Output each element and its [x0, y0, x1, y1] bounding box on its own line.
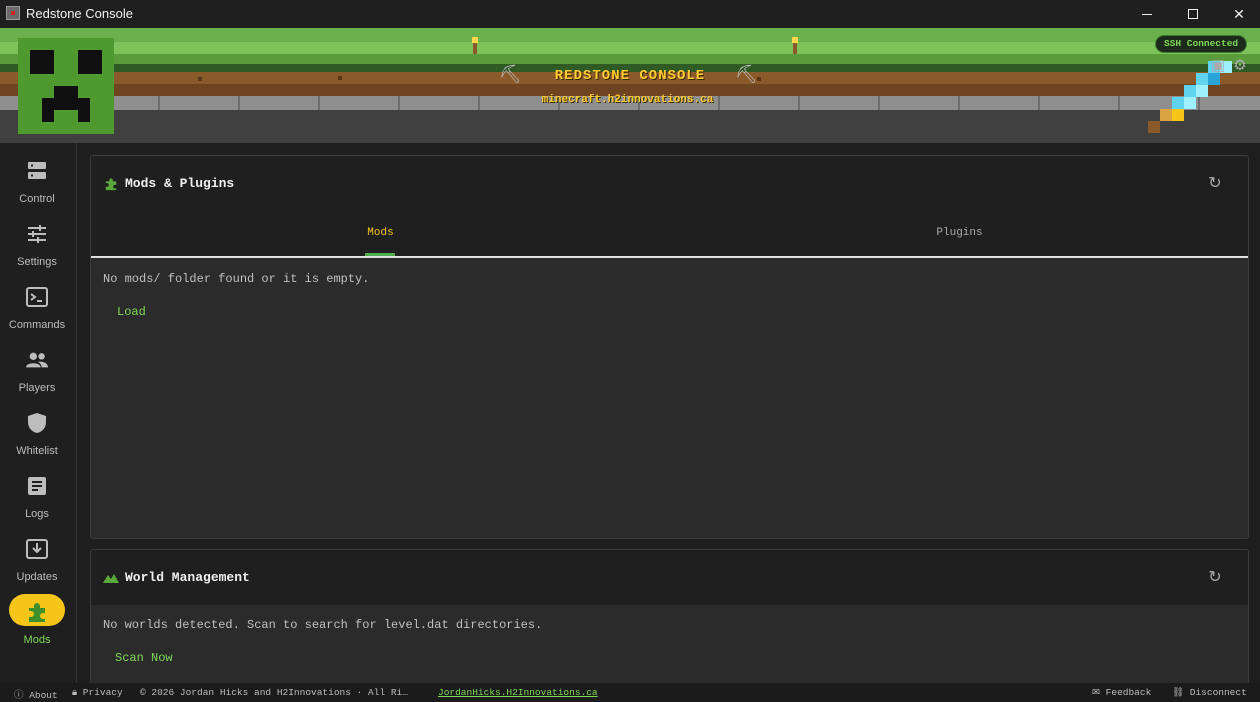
sidebar-item-updates[interactable]: Updates — [0, 526, 76, 586]
refresh-icon[interactable]: ↻ — [1206, 175, 1224, 193]
sidebar-item-label: Updates — [16, 571, 58, 583]
site-link[interactable]: JordanHicks.H2Innovations.ca — [438, 687, 598, 698]
banner-grass-light — [0, 42, 1260, 54]
torch-icon — [472, 37, 478, 54]
tab-plugins[interactable]: Plugins — [670, 211, 1248, 256]
creeper-mouth-right — [78, 110, 90, 122]
sliders-icon — [26, 223, 48, 245]
mountain-icon — [103, 574, 119, 583]
sidebar-item-label: Logs — [25, 508, 49, 520]
ssh-status-badge: SSH Connected — [1155, 35, 1248, 53]
card-header: Mods & Plugins ↻ — [91, 156, 1248, 211]
header-actions: ▣ ⚙ — [1210, 58, 1248, 74]
card-title: World Management — [125, 570, 250, 585]
minimize-icon — [1142, 13, 1152, 15]
save-icon[interactable]: ▣ — [1210, 58, 1226, 74]
about-link[interactable]: ⓘ About — [14, 687, 58, 701]
mods-plugins-card: Mods & Plugins ↻ Mods Plugins No mods/ f… — [90, 155, 1249, 539]
gear-icon[interactable]: ⚙ — [1232, 58, 1248, 74]
creeper-mouth-left — [42, 110, 54, 122]
banner-grass — [0, 28, 1260, 42]
feedback-link[interactable]: ✉ Feedback — [1092, 687, 1151, 698]
feedback-label: Feedback — [1105, 687, 1152, 698]
tab-bar: Mods Plugins — [91, 211, 1248, 258]
shield-icon — [26, 412, 48, 434]
maximize-button[interactable] — [1170, 0, 1216, 28]
sidebar-item-players[interactable]: Players — [0, 337, 76, 397]
sidebar-item-whitelist[interactable]: Whitelist — [0, 400, 76, 460]
info-icon: ⓘ — [14, 690, 30, 701]
users-icon — [26, 349, 48, 371]
world-management-card: World Management ↻ No worlds detected. S… — [90, 549, 1249, 689]
disconnect-link[interactable]: ⛓ Disconnect — [1172, 687, 1247, 698]
window-title: Redstone Console — [26, 6, 133, 21]
sidebar-item-label: Commands — [8, 319, 66, 331]
sidebar-item-label: Whitelist — [16, 445, 58, 457]
terminal-icon — [26, 286, 48, 308]
lock-icon: 🔒︎ — [72, 687, 83, 698]
maximize-icon — [1188, 9, 1198, 19]
copyright-text: © 2026 Jordan Hicks and H2Innovations · … — [140, 687, 408, 698]
empty-message: No mods/ folder found or it is empty. — [103, 272, 370, 286]
card-header: World Management ↻ — [91, 550, 1248, 605]
document-icon — [26, 475, 48, 497]
header-banner: ⛏ ⛏ REDSTONE CONSOLE minecraft.h2innovat… — [0, 28, 1260, 143]
sidebar-item-settings[interactable]: Settings — [0, 211, 76, 271]
empty-message: No worlds detected. Scan to search for l… — [103, 618, 543, 632]
banner-base — [0, 110, 1260, 143]
sidebar-item-label: Control — [19, 193, 55, 205]
banner-title: REDSTONE CONSOLE — [554, 68, 706, 84]
card-title: Mods & Plugins — [125, 176, 235, 191]
about-label: About — [29, 690, 58, 701]
mail-icon: ✉ — [1092, 687, 1106, 698]
unlink-icon: ⛓ — [1172, 687, 1190, 698]
server-host: minecraft.h2innovations.ca — [541, 94, 714, 106]
load-button[interactable]: Load — [117, 305, 146, 319]
tab-mods[interactable]: Mods — [91, 211, 670, 256]
sidebar-item-control[interactable]: Control — [0, 148, 76, 208]
scan-now-button[interactable]: Scan Now — [115, 651, 173, 665]
sidebar-item-mods[interactable]: Mods — [0, 589, 76, 649]
close-button[interactable]: ✕ — [1216, 0, 1260, 28]
active-tab-indicator — [365, 253, 395, 256]
sidebar-item-label: Players — [18, 382, 56, 394]
creeper-logo — [18, 38, 114, 134]
window-titlebar: Redstone Console ✕ — [0, 0, 1260, 28]
puzzle-icon — [105, 178, 117, 191]
close-icon: ✕ — [1233, 5, 1245, 22]
sidebar-item-commands[interactable]: Commands — [0, 274, 76, 334]
sidebar-item-label: Settings — [17, 256, 57, 268]
sidebar-item-label: Mods — [23, 634, 51, 646]
download-icon — [26, 538, 48, 560]
privacy-label: Privacy — [82, 687, 123, 698]
sidebar: Control Settings Commands Players Whitel… — [0, 143, 77, 683]
puzzle-icon — [26, 601, 48, 623]
banner-grass-mid — [0, 54, 1260, 64]
disconnect-label: Disconnect — [1189, 687, 1247, 698]
minimize-button[interactable] — [1124, 0, 1170, 28]
server-icon — [26, 160, 48, 182]
sidebar-item-logs[interactable]: Logs — [0, 463, 76, 523]
app-icon — [6, 6, 20, 20]
footer: ⓘ About 🔒︎ Privacy © 2026 Jordan Hicks a… — [0, 683, 1260, 702]
refresh-icon[interactable]: ↻ — [1206, 569, 1224, 587]
torch-icon — [792, 37, 798, 54]
privacy-link[interactable]: 🔒︎ Privacy — [72, 687, 123, 698]
